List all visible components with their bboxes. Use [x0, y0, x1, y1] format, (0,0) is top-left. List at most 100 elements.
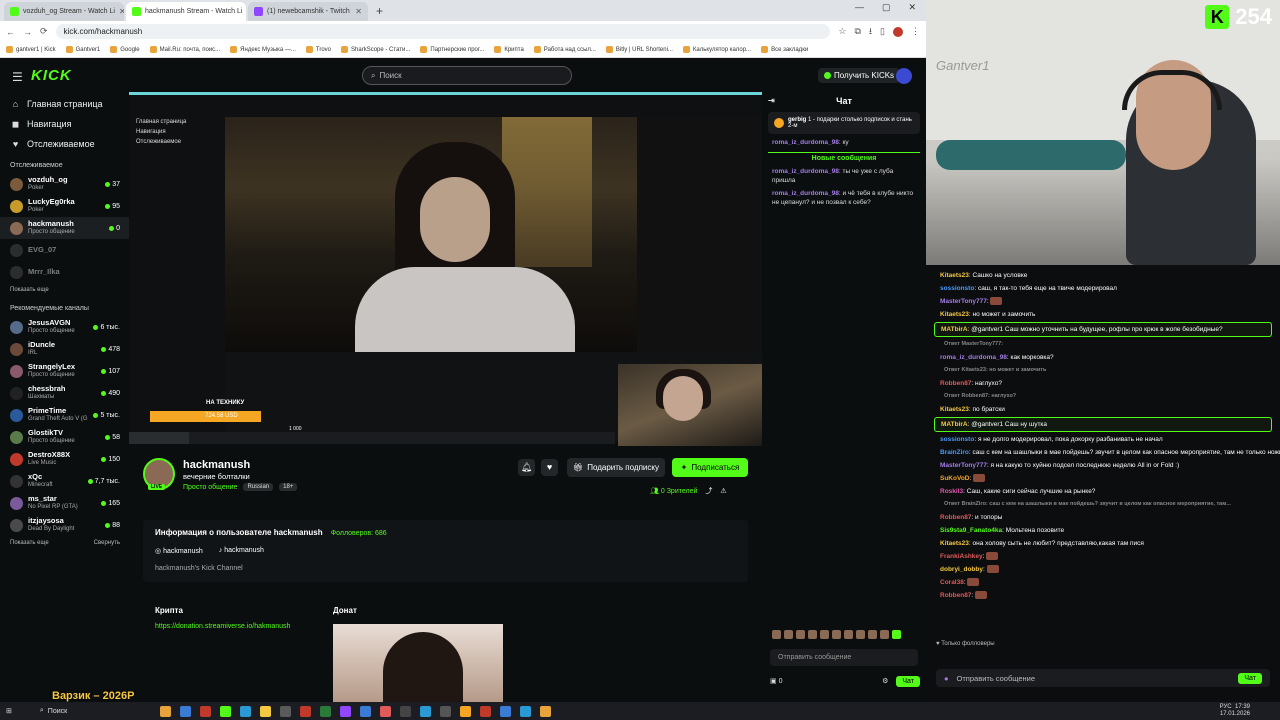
channel-item[interactable]: LuckyEg0rka Poker 95	[0, 195, 130, 217]
taskbar-app-icon[interactable]	[439, 705, 451, 717]
channel-item[interactable]: ms_star No Pixel RP (GTA) 165	[0, 492, 130, 514]
tag-language[interactable]: Russian	[243, 483, 274, 491]
taskbar-app-icon[interactable]	[199, 705, 211, 717]
bookmark-item[interactable]: Gantver1	[65, 46, 100, 53]
channel-item[interactable]: Mrrr_Ilka	[0, 261, 130, 283]
emote-icon[interactable]	[832, 630, 841, 639]
chat-username[interactable]: Kitaets23	[940, 406, 969, 413]
tiktok-link[interactable]: ♪ hackmanush	[219, 547, 264, 555]
bookmark-item[interactable]: Крипта	[494, 46, 524, 53]
bookmark-item[interactable]: Калькулятор калор...	[682, 46, 751, 53]
bookmark-item[interactable]: SharkScope - Стати...	[341, 46, 410, 53]
emote-icon[interactable]	[796, 630, 805, 639]
channel-item[interactable]: vozduh_og Poker 37	[0, 173, 130, 195]
chat-username[interactable]: Kitaets23	[940, 272, 969, 279]
collapse-link[interactable]: Свернуть	[94, 540, 120, 546]
chat-username[interactable]: Sis9sta9_Fanato4ka	[940, 527, 1002, 534]
chat-username[interactable]: Robben87	[940, 514, 971, 521]
taskbar-app-icon[interactable]	[279, 705, 291, 717]
chat-input[interactable]: Отправить сообщение	[770, 649, 918, 666]
taskbar-search[interactable]: ⌕ Поиск	[40, 707, 130, 715]
taskbar-app-icon[interactable]	[239, 705, 251, 717]
taskbar-app-icon[interactable]	[159, 705, 171, 717]
show-more-link[interactable]: Показать еще	[10, 287, 49, 293]
taskbar-app-icon[interactable]	[419, 705, 431, 717]
channel-item[interactable]: JesusAVGN Просто общение 6 тыс.	[0, 316, 130, 338]
language-indicator[interactable]: РУС	[1220, 704, 1232, 710]
instagram-link[interactable]: ◎ hackmanush	[155, 547, 203, 555]
channel-item[interactable]: GlostikTV Просто общение 58	[0, 426, 130, 448]
chat-username[interactable]: sossionsto	[940, 285, 974, 292]
overlay-chat-input[interactable]: ● Отправить сообщение Чат	[936, 669, 1270, 687]
close-icon[interactable]: ✕	[355, 7, 362, 16]
channel-item[interactable]: StrangelyLex Просто общение 107	[0, 360, 130, 382]
url-field[interactable]: kick.com/hackmanush	[55, 24, 831, 39]
emote-icon[interactable]	[892, 630, 901, 639]
hamburger-menu-icon[interactable]: ☰	[12, 70, 23, 84]
channel-item[interactable]: DestroX88X Live Music 150	[0, 448, 130, 470]
forward-icon[interactable]: →	[23, 27, 32, 37]
bookmark-item[interactable]: Все закладки	[761, 46, 808, 53]
overlay-send-button[interactable]: Чат	[1238, 672, 1262, 684]
maximize-icon[interactable]: ▢	[882, 2, 891, 13]
extensions-icon[interactable]: ⧉	[854, 26, 860, 37]
taskbar-app-icon[interactable]	[479, 705, 491, 717]
pinned-gift-banner[interactable]: gerbig 1 - подарки столько подписок и ст…	[768, 112, 920, 134]
chat-username[interactable]: RoskiI3	[940, 488, 963, 495]
channel-item[interactable]: itzjaysosa Dead By Daylight 88	[0, 514, 130, 536]
chat-username[interactable]: dobryi_dobby	[940, 566, 983, 573]
bookmark-item[interactable]: Mail.Ru: почта, поис...	[149, 46, 220, 53]
chat-username[interactable]: FrankiAshkey	[940, 553, 983, 560]
bookmark-item[interactable]: Партнерские прог...	[420, 46, 484, 53]
channel-item[interactable]: xQc Minecraft 7,7 тыс.	[0, 470, 130, 492]
taskbar-app-icon[interactable]	[359, 705, 371, 717]
chat-username[interactable]: MATbirA	[941, 421, 968, 428]
taskbar-app-icon[interactable]	[179, 705, 191, 717]
bookmark-item[interactable]: Bitly | URL Shorteni...	[605, 46, 673, 53]
emote-icon[interactable]	[772, 630, 781, 639]
profile-icon[interactable]	[893, 26, 903, 37]
chat-username[interactable]: MATbirA	[941, 326, 968, 333]
follow-heart-icon[interactable]: ♥	[541, 459, 558, 476]
reload-icon[interactable]: ⟳	[40, 26, 48, 37]
chat-username[interactable]: Kitaets23	[940, 540, 969, 547]
taskbar-app-icon[interactable]	[499, 705, 511, 717]
bookmark-item[interactable]: Яндекс Музыка —...	[230, 46, 296, 53]
taskbar-app-icon[interactable]	[399, 705, 411, 717]
get-kicks-button[interactable]: Получить KICKs	[818, 68, 901, 83]
nav-item[interactable]: ⌂ Главная страница	[0, 94, 130, 114]
donate-panel-image[interactable]	[333, 624, 503, 702]
sidebar-icon[interactable]: ▯	[880, 26, 885, 37]
bookmark-item[interactable]: Google	[110, 46, 140, 53]
chat-username[interactable]: roma_iz_durdoma_98	[772, 190, 839, 197]
bookmark-item[interactable]: gantver1 | Kick	[6, 46, 56, 53]
tag-age[interactable]: 18+	[279, 483, 298, 491]
chat-username[interactable]: MasterTony777	[940, 298, 987, 305]
taskbar-app-icon[interactable]	[219, 705, 231, 717]
chat-username[interactable]: sossionsto	[940, 436, 974, 443]
gift-subscription-button[interactable]: 🎁︎ Подарить подписку	[567, 458, 665, 477]
new-tab-button[interactable]: +	[370, 4, 389, 18]
taskbar-app-icon[interactable]	[519, 705, 531, 717]
show-more-link[interactable]: Показать еще	[10, 540, 49, 546]
crypto-donation-link[interactable]: https://donation.streamiverse.io/hakmanu…	[155, 623, 290, 630]
category-link[interactable]: Просто общение	[183, 484, 237, 491]
mic-icon[interactable]: ●	[944, 674, 949, 683]
taskbar-app-icon[interactable]	[319, 705, 331, 717]
browser-tab-active[interactable]: hackmanush Stream - Watch Li ✕	[126, 2, 246, 21]
chat-username[interactable]: roma_iz_durdoma_98	[940, 354, 1007, 361]
taskbar-app-icon[interactable]	[339, 705, 351, 717]
chat-username[interactable]: SuKoVoD	[940, 475, 970, 482]
close-icon[interactable]: ✕	[119, 7, 124, 16]
chat-username[interactable]: MasterTony777	[940, 462, 987, 469]
settings-icon[interactable]: ⚙	[882, 677, 888, 685]
channel-item[interactable]: iDuncle IRL 478	[0, 338, 130, 360]
kick-logo[interactable]: KICK	[31, 67, 72, 84]
kicks-balance-icon[interactable]: ▣	[770, 677, 777, 685]
taskbar-app-icon[interactable]	[379, 705, 391, 717]
chat-send-button[interactable]: Чат	[896, 675, 920, 687]
user-avatar[interactable]	[896, 68, 912, 84]
back-icon[interactable]: ←	[6, 27, 15, 37]
emote-icon[interactable]	[880, 630, 889, 639]
taskbar-app-icon[interactable]	[259, 705, 271, 717]
